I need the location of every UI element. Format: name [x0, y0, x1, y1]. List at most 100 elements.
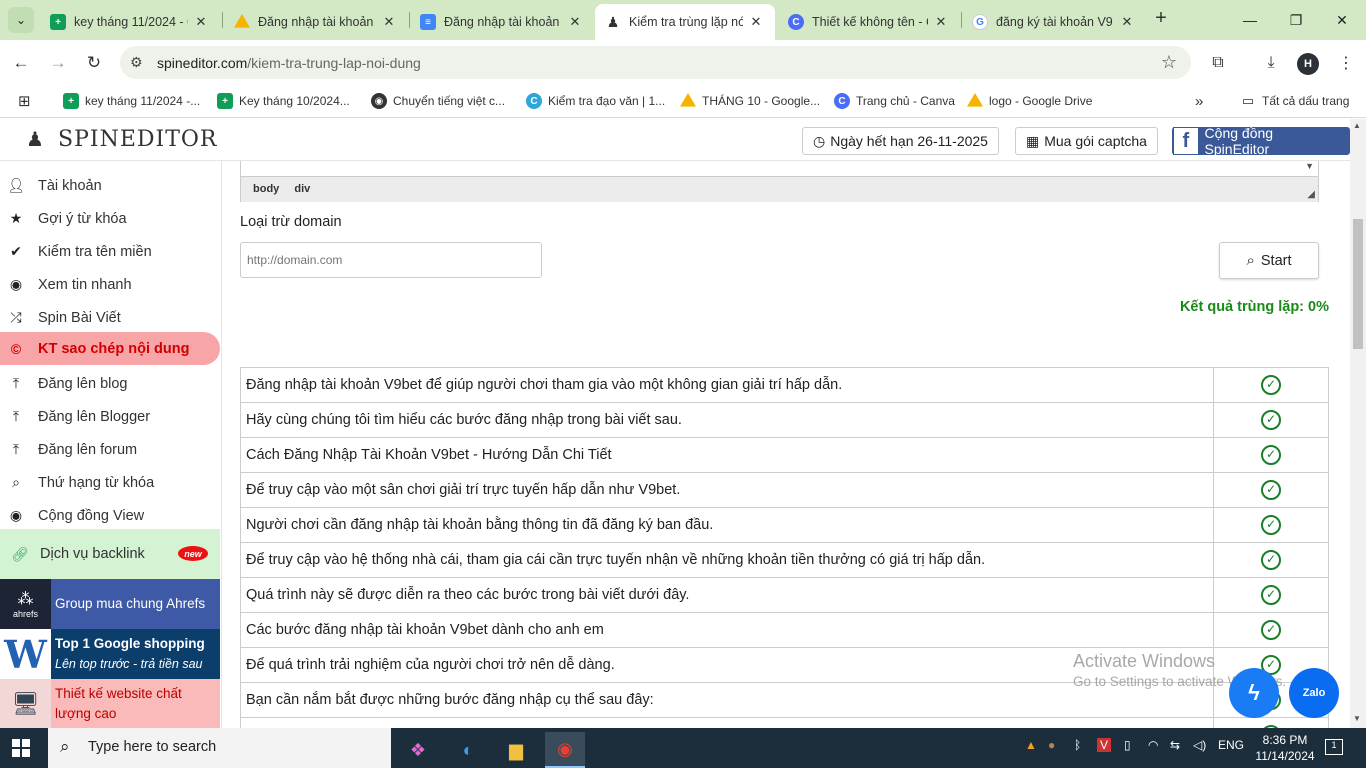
sidebar-item-post-blogger[interactable]: ⤒ Đăng lên Blogger: [0, 400, 220, 433]
more-bookmarks-button[interactable]: »: [1195, 92, 1203, 110]
edge-app[interactable]: ◐: [448, 732, 488, 768]
scroll-down-arrow-icon[interactable]: ▼: [1305, 161, 1314, 171]
sidebar-item-quick-news[interactable]: ◉ Xem tin nhanh: [0, 268, 220, 301]
wifi-icon[interactable]: ◠: [1148, 738, 1158, 752]
chevron-down-icon: ⌄: [15, 13, 27, 27]
path-item[interactable]: body: [253, 183, 279, 195]
drive-icon: [680, 93, 696, 107]
close-icon[interactable]: ✕: [1118, 14, 1136, 30]
close-icon[interactable]: ✕: [932, 14, 950, 30]
sidebar-item-keyword-suggest[interactable]: ★ Gợi ý từ khóa: [0, 202, 220, 235]
bookmark-item[interactable]: logo - Google Drive: [967, 92, 1092, 110]
scroll-down-icon[interactable]: ▼: [1353, 714, 1361, 723]
sidebar-item-account[interactable]: 👤︎ Tài khoản: [0, 169, 220, 202]
notifications-button[interactable]: 1: [1325, 739, 1343, 755]
all-bookmarks-folder[interactable]: ▭ Tất cả dấu trang: [1240, 92, 1350, 110]
bookmark-item[interactable]: C Trang chủ - Canva: [834, 92, 955, 110]
downloads-button[interactable]: ⤓: [1259, 51, 1283, 75]
ad-website-design[interactable]: 🖥︎ Thiết kế website chất lượng cao: [0, 678, 220, 729]
bookmark-item[interactable]: THÁNG 10 - Google...: [680, 92, 820, 110]
new-tab-button[interactable]: +: [1150, 8, 1172, 30]
forward-button[interactable]: →: [45, 50, 71, 76]
tray-v-icon[interactable]: V: [1097, 738, 1112, 752]
tab-2[interactable]: Đăng nhập tài khoản ✕: [224, 4, 408, 40]
page-scrollbar[interactable]: ▲ ▼: [1350, 119, 1366, 728]
bookmark-label: Key tháng 10/2024...: [239, 94, 350, 108]
close-window-button[interactable]: ✕: [1319, 6, 1365, 34]
language-indicator[interactable]: ENG: [1218, 738, 1244, 752]
backlink-service-link[interactable]: 🔗︎ Dịch vụ backlink new: [0, 529, 220, 579]
tray-app-icon[interactable]: ●: [1048, 738, 1055, 752]
bookmark-item[interactable]: ◉ Chuyển tiếng việt c...: [371, 92, 505, 110]
sidebar-item-post-forum[interactable]: ⤒ Đăng lên forum: [0, 433, 220, 466]
restore-button[interactable]: ❐: [1273, 6, 1319, 34]
messenger-chat-button[interactable]: ϟ: [1229, 668, 1279, 718]
tab-strip: ⌄ + key tháng 11/2024 - G ✕ Đăng nhập tà…: [0, 0, 1366, 40]
check-circle-icon: ✓: [1261, 410, 1281, 430]
sentence-cell: Để truy cập vào hệ thống nhà cái, tham g…: [240, 542, 1214, 578]
ime-icon[interactable]: ⇆: [1170, 738, 1180, 752]
profile-avatar[interactable]: H: [1297, 53, 1319, 75]
path-item[interactable]: div: [294, 183, 310, 195]
battery-icon[interactable]: ▯: [1124, 738, 1131, 752]
folder-icon: ▭: [1241, 93, 1255, 108]
resize-handle-icon[interactable]: ◢: [1307, 189, 1315, 200]
tab-6[interactable]: G đăng ký tài khoản V9 ✕: [962, 4, 1146, 40]
clock[interactable]: 8:36 PM 11/14/2024: [1252, 732, 1318, 764]
file-explorer-app[interactable]: ▆: [496, 732, 536, 768]
bookmark-item[interactable]: C Kiểm tra đạo văn | 1...: [526, 92, 665, 110]
captcha-button[interactable]: ▦ Mua gói captcha: [1015, 127, 1158, 155]
copilot-app[interactable]: ❖: [398, 732, 438, 768]
tab-search-button[interactable]: ⌄: [8, 7, 34, 33]
vlc-icon[interactable]: ▲: [1025, 738, 1037, 752]
bluetooth-icon[interactable]: ᛒ: [1074, 738, 1081, 752]
start-button[interactable]: ⌕ Start: [1219, 242, 1319, 279]
bookmark-item[interactable]: + Key tháng 10/2024...: [217, 92, 350, 110]
back-button[interactable]: ←: [8, 50, 34, 76]
chrome-app[interactable]: ◉: [545, 732, 585, 768]
scroll-up-icon[interactable]: ▲: [1353, 121, 1361, 130]
table-row: ✓: [240, 717, 1329, 728]
sidebar-item-keyword-rank[interactable]: ⌕ Thứ hạng từ khóa: [0, 466, 220, 499]
minimize-button[interactable]: —: [1227, 6, 1273, 34]
tab-title: key tháng 11/2024 - G: [74, 15, 188, 29]
expiry-button[interactable]: ◷ Ngày hết hạn 26-11-2025: [802, 127, 999, 155]
chrome-icon: ◉: [557, 738, 573, 759]
taskbar-search[interactable]: ⌕ Type here to search: [48, 728, 391, 768]
ad-google-shopping[interactable]: W Top 1 Google shopping Lên top trước - …: [0, 629, 220, 679]
sidebar-item-community-view[interactable]: ◉ Cộng đồng View: [0, 499, 220, 532]
exclude-domain-input[interactable]: [240, 242, 542, 278]
windows-start-button[interactable]: [12, 739, 30, 757]
zalo-chat-button[interactable]: Zalo: [1289, 668, 1339, 718]
site-info-icon[interactable]: ⚙: [130, 54, 143, 71]
scroll-thumb[interactable]: [1353, 219, 1363, 349]
close-icon[interactable]: ✕: [566, 14, 584, 30]
close-icon[interactable]: ✕: [747, 14, 765, 30]
close-icon[interactable]: ✕: [380, 14, 398, 30]
bookmark-star-icon[interactable]: ☆: [1161, 52, 1177, 73]
sidebar-item-copy-check[interactable]: © KT sao chép nội dung: [0, 332, 220, 365]
volume-icon[interactable]: ◁): [1193, 738, 1206, 752]
tab-5[interactable]: C Thiết kế không tên - C ✕: [778, 4, 960, 40]
apps-button[interactable]: ⊞: [18, 92, 31, 110]
tab-3[interactable]: ≡ Đăng nhập tài khoản ✕: [410, 4, 594, 40]
reload-button[interactable]: ↻: [81, 50, 107, 76]
ad-ahrefs[interactable]: ⁂ ahrefs Group mua chung Ahrefs: [0, 579, 220, 629]
sidebar-item-post-blog[interactable]: ⤒ Đăng lên blog: [0, 367, 220, 400]
address-bar[interactable]: ⚙ spineditor.com/kiem-tra-trung-lap-noi-…: [120, 46, 1191, 79]
extensions-button[interactable]: ⧉: [1206, 51, 1230, 75]
upload-icon: ⤒: [12, 408, 20, 424]
sidebar-item-domain-check[interactable]: ✔ Kiểm tra tên miền: [0, 235, 220, 268]
menu-button[interactable]: ⋮: [1334, 51, 1358, 75]
sidebar-item-spin[interactable]: ⤮ Spin Bài Viết: [0, 301, 220, 334]
community-button[interactable]: f Cộng đồng SpinEditor: [1172, 125, 1350, 157]
site-logo[interactable]: ♟ SPINEDITOR: [22, 126, 217, 152]
content-editor[interactable]: ▼ body div ◢: [240, 161, 1319, 202]
drive-icon: [234, 14, 250, 28]
url-text[interactable]: spineditor.com/kiem-tra-trung-lap-noi-du…: [157, 55, 421, 71]
tab-1[interactable]: + key tháng 11/2024 - G ✕: [40, 4, 220, 40]
upload-icon: ⤒: [12, 375, 20, 391]
bookmark-item[interactable]: + key tháng 11/2024 -...: [63, 92, 200, 110]
close-icon[interactable]: ✕: [192, 14, 210, 30]
tab-4-active[interactable]: ♟ Kiểm tra trùng lặp nó ✕: [595, 4, 775, 40]
